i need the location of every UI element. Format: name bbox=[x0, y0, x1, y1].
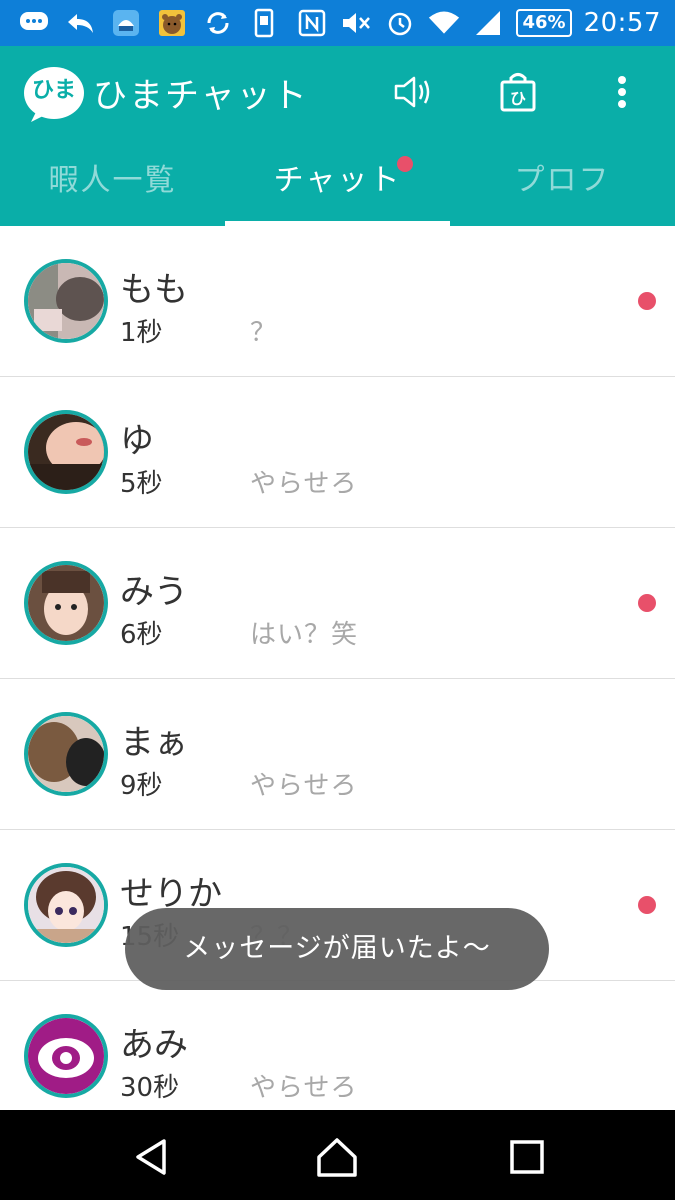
nfc-icon bbox=[296, 7, 328, 39]
chat-name: もも bbox=[120, 270, 188, 310]
speaker-icon bbox=[394, 76, 430, 108]
avatar[interactable] bbox=[24, 712, 108, 796]
chat-time: 9秒 bbox=[120, 771, 163, 801]
chat-name: あみ bbox=[120, 1025, 188, 1065]
app-icon bbox=[110, 7, 142, 39]
chat-tab-badge bbox=[397, 156, 413, 172]
chat-time: 1秒 bbox=[120, 318, 163, 348]
more-vert-icon bbox=[618, 76, 626, 108]
chat-last-message: やらせろ bbox=[250, 771, 358, 801]
mute-icon bbox=[340, 7, 372, 39]
avatar[interactable] bbox=[24, 259, 108, 343]
shop-bag-icon: ひ bbox=[500, 73, 536, 112]
reply-icon bbox=[64, 7, 96, 39]
chat-row[interactable]: まぁ 9秒 やらせろ bbox=[0, 679, 675, 830]
avatar[interactable] bbox=[24, 410, 108, 494]
chat-last-message: はい？笑 bbox=[250, 620, 359, 650]
chat-name: まぁ bbox=[120, 723, 188, 763]
app-logo: ひま bbox=[23, 66, 85, 122]
app-bar: ひま ひまチャット ひ 暇人一覧 チャット プロフ bbox=[0, 46, 675, 226]
chat-name: みう bbox=[120, 572, 188, 612]
chat-last-message: ？ bbox=[250, 318, 278, 348]
alarm-icon bbox=[384, 7, 416, 39]
home-icon bbox=[317, 1138, 357, 1177]
clock: 20:57 bbox=[583, 8, 661, 38]
app-title: ひまチャット bbox=[93, 76, 309, 116]
unread-dot bbox=[638, 292, 656, 310]
shop-button[interactable]: ひ bbox=[494, 68, 542, 116]
logo-text: ひま bbox=[31, 78, 76, 103]
tab-bar: 暇人一覧 チャット プロフ bbox=[0, 146, 675, 226]
battery-indicator: 46% bbox=[516, 9, 572, 37]
recents-button[interactable] bbox=[505, 1135, 549, 1179]
recents-icon bbox=[510, 1140, 544, 1174]
bear-app-icon bbox=[156, 7, 188, 39]
avatar[interactable] bbox=[24, 863, 108, 947]
overflow-menu-button[interactable] bbox=[598, 68, 646, 116]
back-icon bbox=[136, 1139, 166, 1175]
tab-hima-list[interactable]: 暇人一覧 bbox=[0, 146, 225, 226]
tab-profile[interactable]: プロフ bbox=[450, 146, 675, 226]
back-button[interactable] bbox=[130, 1135, 174, 1179]
signal-icon bbox=[472, 7, 504, 39]
chat-row[interactable]: みう 6秒 はい？笑 bbox=[0, 528, 675, 679]
chat-time: 5秒 bbox=[120, 469, 163, 499]
chat-last-message: やらせろ bbox=[250, 1073, 358, 1103]
chat-time: 6秒 bbox=[120, 620, 163, 650]
sync-icon bbox=[202, 7, 234, 39]
message-icon bbox=[18, 7, 50, 39]
wifi-icon bbox=[428, 7, 460, 39]
avatar[interactable] bbox=[24, 561, 108, 645]
tab-chat[interactable]: チャット bbox=[225, 146, 450, 226]
toast-message: メッセージが届いたよ〜 bbox=[125, 908, 549, 990]
navigation-bar bbox=[0, 1110, 675, 1200]
chat-list: もも 1秒 ？ ゆ 5秒 やらせろ みう 6秒 はい？笑 まぁ 9秒 やらせろ … bbox=[0, 226, 675, 1132]
unread-dot bbox=[638, 896, 656, 914]
chat-row[interactable]: ゆ 5秒 やらせろ bbox=[0, 377, 675, 528]
status-bar: 46% 20:57 bbox=[0, 0, 675, 46]
chat-time: 30秒 bbox=[120, 1073, 180, 1103]
unread-dot bbox=[638, 594, 656, 612]
speaker-button[interactable] bbox=[390, 68, 438, 116]
shop-glyph: ひ bbox=[510, 89, 526, 108]
chat-row[interactable]: もも 1秒 ？ bbox=[0, 226, 675, 377]
home-button[interactable] bbox=[315, 1135, 359, 1179]
chat-name: ゆ bbox=[120, 421, 154, 461]
avatar[interactable] bbox=[24, 1014, 108, 1098]
chat-last-message: やらせろ bbox=[250, 469, 358, 499]
phone-icon bbox=[248, 7, 280, 39]
